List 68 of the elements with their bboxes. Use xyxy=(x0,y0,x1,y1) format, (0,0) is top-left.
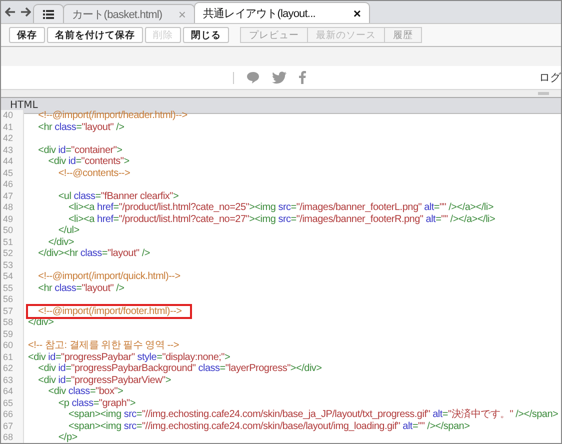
line-number: 62 xyxy=(3,363,14,374)
line-number: 50 xyxy=(3,225,14,236)
line-number: 41 xyxy=(3,122,14,133)
tab[interactable] xyxy=(33,4,64,23)
code-line: <ul class="fBanner clearfix"> xyxy=(57,190,179,202)
code-line: <!--@contents--> xyxy=(57,168,130,179)
bird-icon[interactable] xyxy=(272,71,287,84)
code-line: </p> xyxy=(57,432,78,443)
code-line: <!-- 참고: 결제를 위한 필수 영역 --> xyxy=(28,340,179,352)
line-number: 52 xyxy=(3,248,14,260)
line-number: 65 xyxy=(3,398,14,409)
line-number: 54 xyxy=(3,271,14,282)
code-line: <!--@import(/import/footer.html)--> xyxy=(37,306,182,317)
line-number: 59 xyxy=(3,328,14,340)
code-line: <div class="box"> xyxy=(47,386,124,398)
code-line: <div id="container"> xyxy=(37,144,122,156)
code-line: <li><a href="/product/list.html?cate_no=25"><img src="/images/banner_footerL.png" alt="" /></a></li> xyxy=(67,202,494,214)
code-line: </ul> xyxy=(57,225,80,236)
code-line: </div><hr class="layout" /> xyxy=(37,248,150,260)
toolbar-button[interactable]: 保存 xyxy=(9,27,45,43)
code-line: <!--@import(/import/quick.html)--> xyxy=(37,271,180,282)
line-number: 45 xyxy=(3,168,14,179)
tab[interactable]: 共通レイアウト(layout... × xyxy=(194,2,370,23)
code-line: </div> xyxy=(28,317,54,328)
toolbar-button[interactable]: 閉じる xyxy=(183,27,229,43)
tab-label: 共通レイアウト(layout... xyxy=(203,6,316,20)
code-line: <div id="progressPaybar" style="display:none;"> xyxy=(28,352,230,363)
line-number: 47 xyxy=(3,190,14,202)
code-line: <div id="contents"> xyxy=(47,156,130,168)
chat-bubble-icon[interactable] xyxy=(246,71,260,84)
close-icon[interactable]: × xyxy=(353,6,361,20)
back-arrow-icon[interactable] xyxy=(5,7,16,17)
line-number: 64 xyxy=(3,386,14,398)
line-number: 51 xyxy=(3,236,14,248)
line-number: 68 xyxy=(3,432,14,443)
code-line: <div id="progressPaybarView"> xyxy=(37,374,171,386)
line-number: 56 xyxy=(3,294,14,306)
toolbar-button[interactable]: 名前を付けて保存 xyxy=(47,27,143,43)
line-number: 58 xyxy=(3,317,14,328)
code-line: <hr class="layout" /> xyxy=(37,282,124,294)
list-icon xyxy=(43,10,54,18)
line-number: 66 xyxy=(3,409,14,420)
code-line: <span><img src="//img.echosting.cafe24.com/skin/base_ja_JP/layout/txt_progress.gif" alt="決済中です。" /></span> xyxy=(67,409,558,420)
tab-label: カート(basket.html) xyxy=(72,8,162,22)
line-number: 60 xyxy=(3,340,14,352)
line-number: 53 xyxy=(3,260,14,271)
forward-arrow-icon[interactable] xyxy=(20,7,31,17)
line-number: 48 xyxy=(3,202,14,214)
letter-f-icon[interactable] xyxy=(299,71,306,84)
line-number: 42 xyxy=(3,133,14,144)
tab[interactable]: カート(basket.html) × xyxy=(63,4,195,23)
line-number: 44 xyxy=(3,156,14,168)
code-line: <div id="progressPaybarBackground" class="layerProgress"></div> xyxy=(37,363,322,374)
line-number: 57 xyxy=(3,306,14,317)
line-number: 43 xyxy=(3,144,14,156)
code-line: <span><img src="//img.echosting.cafe24.com/skin/base/layout/img_loading.gif" alt="" /></span> xyxy=(67,420,470,432)
line-number: 46 xyxy=(3,179,14,190)
code-line: </div> xyxy=(47,236,74,248)
line-number: 67 xyxy=(3,420,14,432)
resize-handle[interactable] xyxy=(538,92,549,95)
line-number: 61 xyxy=(3,352,14,363)
code-line: <hr class="layout" /> xyxy=(37,122,124,133)
line-number: 55 xyxy=(3,282,14,294)
code-line: <li><a href="/product/list.html?cate_no=27"><img src="/images/banner_footerR.png" alt="" /></a></li> xyxy=(67,214,496,225)
code-line: <p class="graph"> xyxy=(57,398,136,409)
line-number: 49 xyxy=(3,214,14,225)
login-link[interactable]: ログ xyxy=(539,70,561,85)
line-number: 63 xyxy=(3,374,14,386)
